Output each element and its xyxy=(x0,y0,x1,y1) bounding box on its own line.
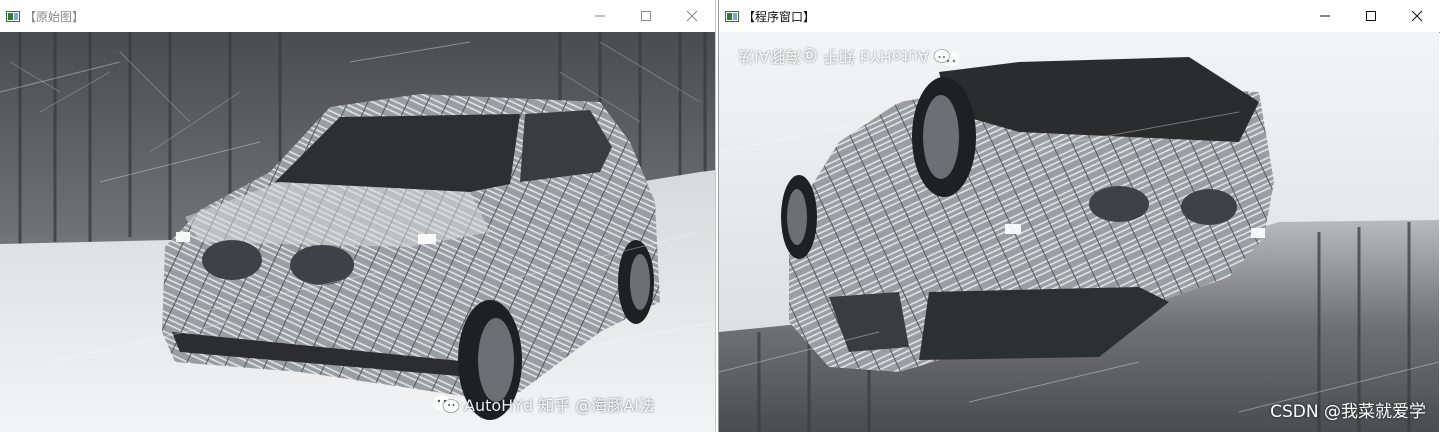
maximize-icon xyxy=(641,11,651,21)
original-window-title: 【原始图】 xyxy=(24,9,85,24)
original-image-canvas: AutoHYd 知乎 @海豚AI法 xyxy=(0,32,715,432)
window-controls xyxy=(1302,0,1440,32)
program-window-titlebar[interactable]: 【程序窗口】 xyxy=(719,0,1440,33)
close-icon xyxy=(1411,10,1423,22)
app-icon xyxy=(725,10,739,22)
program-window-title: 【程序窗口】 xyxy=(743,9,816,24)
maximize-button[interactable] xyxy=(623,0,669,32)
original-watermark: AutoHYd 知乎 @海豚AI法 xyxy=(432,392,655,416)
window-controls xyxy=(577,0,715,32)
close-icon xyxy=(686,10,698,22)
maximize-icon xyxy=(1366,11,1376,21)
wechat-icon xyxy=(432,393,460,415)
minimize-icon xyxy=(1320,15,1330,17)
close-button[interactable] xyxy=(1394,0,1440,32)
minimize-button[interactable] xyxy=(577,0,623,32)
original-window-titlebar[interactable]: 【原始图】 xyxy=(0,0,715,32)
minimize-icon xyxy=(595,15,605,17)
csdn-credit: CSDN @我菜就爱学 xyxy=(1270,402,1426,422)
flipped-car-photo xyxy=(719,32,1439,432)
wechat-icon xyxy=(933,47,961,69)
original-car-photo xyxy=(0,32,715,432)
original-watermark-text: AutoHYd 知乎 @海豚AI法 xyxy=(464,396,655,415)
minimize-button[interactable] xyxy=(1302,0,1348,32)
flipped-watermark-text: AutoHYd 知乎 @海豚AI法 xyxy=(738,47,929,66)
flipped-watermark: AutoHYd 知乎 @海豚AI法 xyxy=(738,46,961,70)
maximize-button[interactable] xyxy=(1348,0,1394,32)
close-button[interactable] xyxy=(669,0,715,32)
app-icon xyxy=(6,10,20,22)
original-image-window[interactable]: 【原始图】 AutoHYd 知乎 @海豚AI法 xyxy=(0,0,716,432)
program-image-canvas: CSDN @我菜就爱学 xyxy=(719,32,1440,432)
